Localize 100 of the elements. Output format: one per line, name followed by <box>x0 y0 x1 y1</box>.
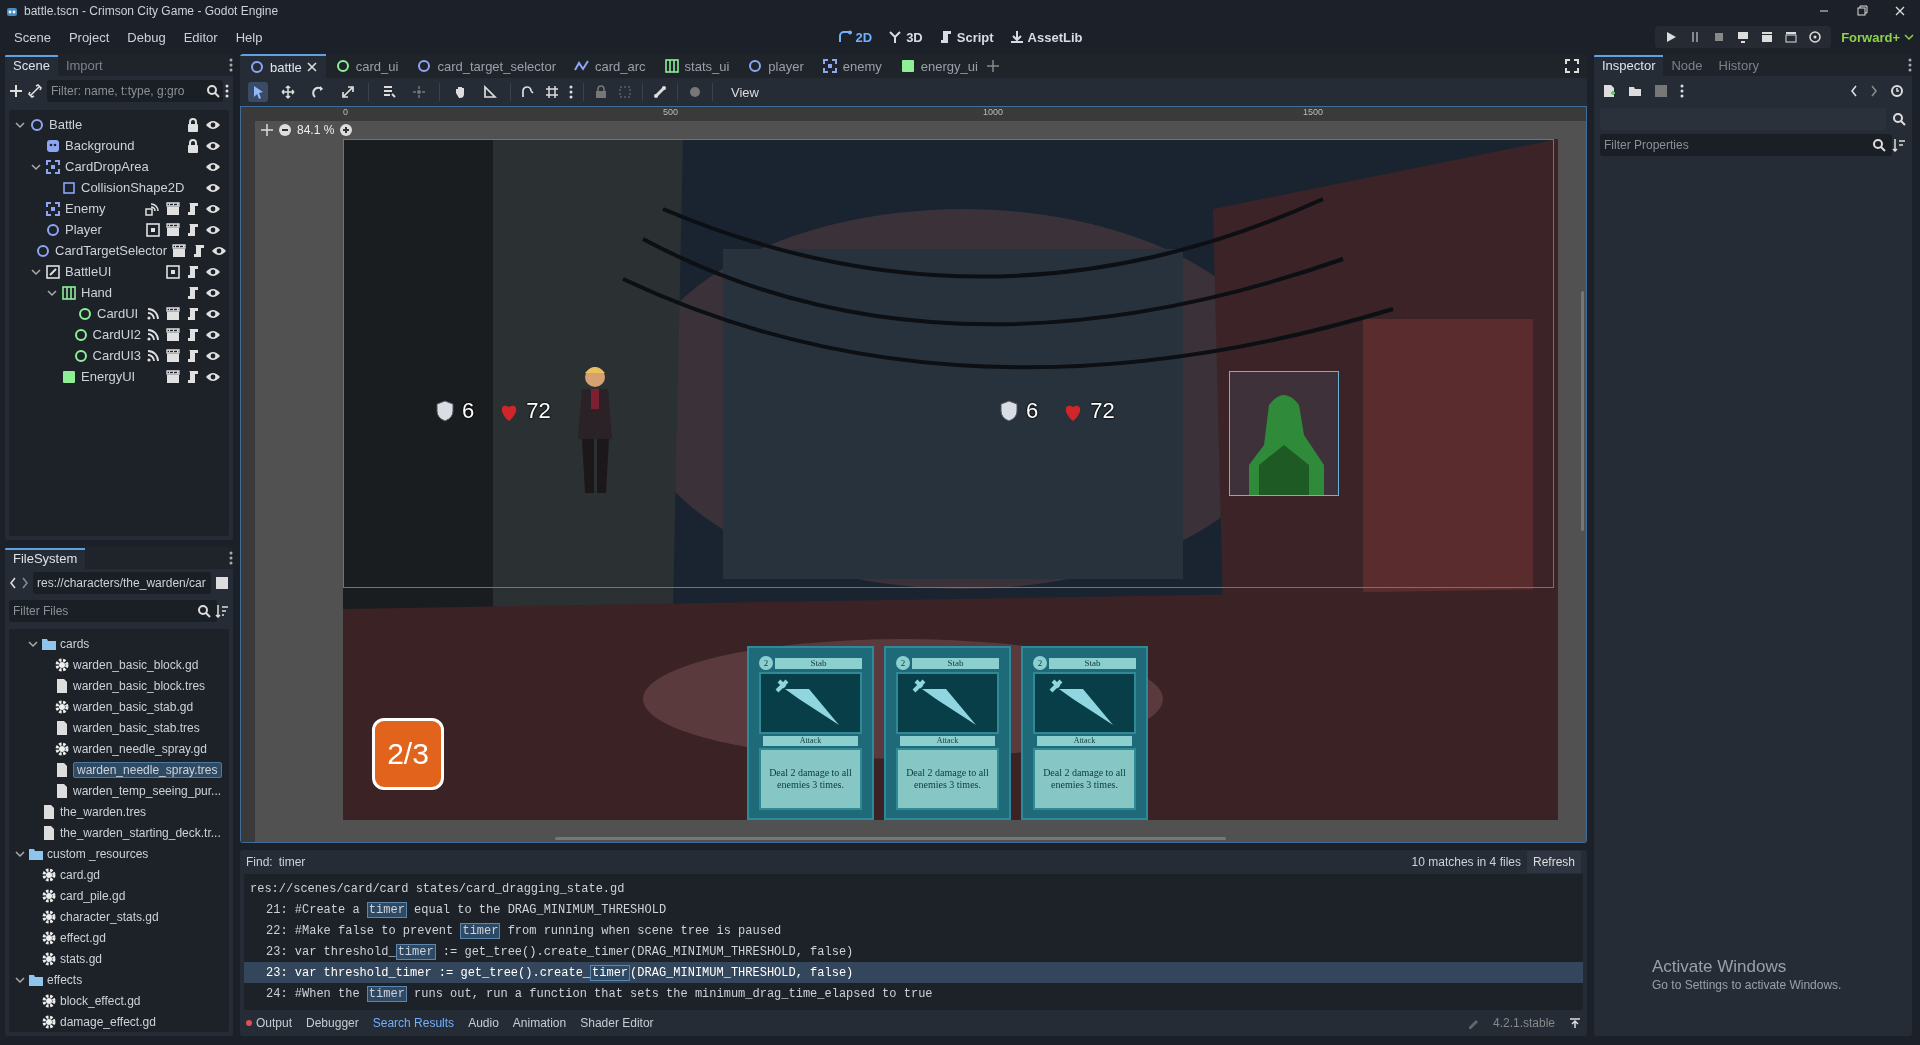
result-line[interactable]: 21: #Create a timer equal to the DRAG_MINIMUM_THRESHOLD <box>250 902 667 917</box>
menu-item[interactable]: Project <box>60 25 118 49</box>
file-item[interactable]: warden_basic_stab.tres <box>73 720 200 735</box>
match-count: 10 matches in 4 files <box>1411 855 1521 869</box>
dock-tab[interactable]: Inspector <box>1594 54 1664 76</box>
file-item[interactable]: cards <box>60 636 90 651</box>
file-tab[interactable]: player <box>738 54 813 78</box>
workspace-tab[interactable]: AssetLib <box>1003 26 1089 48</box>
activation-text: Go to Settings to activate Windows. <box>1652 978 1842 992</box>
file-item[interactable]: warden_temp_seeing_pur... <box>73 783 222 798</box>
health-value: 72 <box>526 398 551 424</box>
card-cost: 2 <box>759 656 773 670</box>
file-item[interactable]: warden_basic_block.tres <box>73 678 206 693</box>
tree-item[interactable]: Hand <box>81 285 181 300</box>
file-item[interactable]: damage_effect.gd <box>60 1014 156 1029</box>
workspace-tab[interactable]: Script <box>932 26 1000 48</box>
card-cost: 2 <box>896 656 910 670</box>
file-item[interactable]: the_warden.tres <box>60 804 147 819</box>
tree-item[interactable]: EnergyUI <box>81 369 161 384</box>
card-cost: 2 <box>1033 656 1047 670</box>
tree-item[interactable]: CardTargetSelector <box>55 243 167 258</box>
card-title: Stab <box>912 657 999 669</box>
file-tab[interactable]: stats_ui <box>654 54 739 78</box>
result-line[interactable]: 24: #When the timer runs out, run a function that sets the minimum_drag_time_elapsed to true <box>250 986 933 1001</box>
file-tab[interactable]: card_ui <box>325 54 408 78</box>
card[interactable]: 2 Stab Attack Deal 2 damage to all enemies 3 times. <box>747 646 874 820</box>
filter-field[interactable]: Filter Properties <box>1600 134 1892 156</box>
file-item[interactable]: warden_basic_block.gd <box>73 657 199 672</box>
refresh-button[interactable]: Refresh <box>1526 851 1581 873</box>
file-item[interactable]: stats.gd <box>60 951 103 966</box>
file-item[interactable]: the_warden_starting_deck.tr... <box>60 825 221 840</box>
ruler-label: 1000 <box>983 107 1004 117</box>
health-value: 72 <box>1090 398 1115 424</box>
dock-tab[interactable]: FileSystem <box>5 547 86 569</box>
file-item[interactable]: warden_needle_spray.tres <box>73 761 222 778</box>
dock-tab[interactable]: History <box>1710 54 1767 76</box>
panel-tab[interactable]: Output <box>246 1016 293 1030</box>
card[interactable]: 2 Stab Attack Deal 2 damage to all enemies 3 times. <box>1021 646 1148 820</box>
tree-item[interactable]: Background <box>65 138 181 153</box>
search-query: timer <box>278 855 306 869</box>
dock-tab[interactable]: Import <box>57 54 111 76</box>
panel-tab[interactable]: Audio <box>468 1016 499 1030</box>
filter-field[interactable]: Filter: name, t:type, g:gro <box>47 80 223 102</box>
zoom-level[interactable]: 84.1 % <box>297 123 335 137</box>
file-item[interactable]: character_stats.gd <box>60 909 159 924</box>
tree-item[interactable]: CardUI3 <box>92 348 141 363</box>
panel-tab[interactable]: Animation <box>512 1016 567 1030</box>
tree-item[interactable]: CardUI <box>97 306 141 321</box>
energy-badge: 2/3 <box>372 718 444 790</box>
menu-item[interactable]: Editor <box>175 25 226 49</box>
ruler-label: 0 <box>343 107 348 117</box>
tree-item[interactable]: CardUI2 <box>92 327 141 342</box>
panel-tab[interactable]: Debugger <box>306 1016 359 1030</box>
file-item[interactable]: custom _resources <box>47 846 149 861</box>
path-field[interactable]: res://characters/the_warden/car <box>33 572 211 594</box>
dock-tab[interactable]: Node <box>1663 54 1711 76</box>
menu-item[interactable]: Debug <box>119 25 174 49</box>
file-item[interactable]: card_pile.gd <box>60 888 126 903</box>
file-item[interactable]: card.gd <box>60 867 101 882</box>
renderer-menu[interactable]: Forward+ <box>1841 29 1914 45</box>
workspace-tab[interactable]: 3D <box>882 26 929 48</box>
viewport[interactable]: 0 500 1000 1500 6 72 6 72 2/3 2 Stab Attack Deal 2 damage to all enemies 3 times. 2 Stab Attack Deal 2 damage to all enemies 3 times. 2 Stab Attack Deal 2 damage to all enemies 3 times. 84.1 % <box>240 106 1587 843</box>
tree-item[interactable]: CardDropArea <box>65 159 201 174</box>
card-type: Attack <box>1037 736 1132 746</box>
menu-item[interactable]: Scene <box>6 25 59 49</box>
block-value: 6 <box>462 398 475 424</box>
tree-item[interactable]: Battle <box>49 117 181 132</box>
result-file[interactable]: res://scenes/card/card states/card_dragging_state.gd <box>244 878 1583 899</box>
tree-item[interactable]: CollisionShape2D <box>81 180 201 195</box>
view-menu[interactable]: View <box>723 82 767 102</box>
workspace-tab[interactable]: 2D <box>831 26 879 48</box>
file-item[interactable]: block_effect.gd <box>60 993 141 1008</box>
file-item[interactable]: effect.gd <box>60 930 106 945</box>
file-tab[interactable]: battle <box>240 54 326 78</box>
result-line[interactable]: 22: #Make false to prevent timer from running when scene tree is paused <box>250 923 782 938</box>
filter-field[interactable]: Filter Files <box>9 600 217 622</box>
menu-item[interactable]: Help <box>227 25 271 49</box>
dock-tab[interactable]: Scene <box>5 54 58 76</box>
file-tab[interactable]: energy_ui <box>890 54 987 78</box>
card-type: Attack <box>900 736 995 746</box>
file-tab[interactable]: card_target_selector <box>407 54 565 78</box>
file-tab[interactable]: card_arc <box>564 54 655 78</box>
window-title: battle.tscn - Crimson City Game - Godot Engine <box>24 4 279 18</box>
result-line[interactable]: 23: var threshold_ timer := get_tree().create_timer(DRAG_MINIMUM_THRESHOLD, false) <box>250 944 854 959</box>
card-title: Stab <box>1049 657 1136 669</box>
card-description: Deal 2 damage to all enemies 3 times. <box>896 748 999 810</box>
find-label: Find: <box>246 855 273 869</box>
panel-tab[interactable]: Shader Editor <box>580 1016 654 1030</box>
file-tab[interactable]: enemy <box>812 54 891 78</box>
file-item[interactable]: warden_needle_spray.gd <box>73 741 207 756</box>
tree-item[interactable]: Enemy <box>65 201 141 216</box>
block-value: 6 <box>1026 398 1039 424</box>
card-description: Deal 2 damage to all enemies 3 times. <box>759 748 862 810</box>
panel-tab[interactable]: Search Results <box>372 1016 455 1030</box>
card[interactable]: 2 Stab Attack Deal 2 damage to all enemies 3 times. <box>884 646 1011 820</box>
tree-item[interactable]: BattleUI <box>65 264 161 279</box>
file-item[interactable]: warden_basic_stab.gd <box>73 699 194 714</box>
version-label: 4.2.1.stable <box>1492 1016 1555 1030</box>
tree-item[interactable]: Player <box>65 222 141 237</box>
file-item[interactable]: effects <box>47 972 83 987</box>
